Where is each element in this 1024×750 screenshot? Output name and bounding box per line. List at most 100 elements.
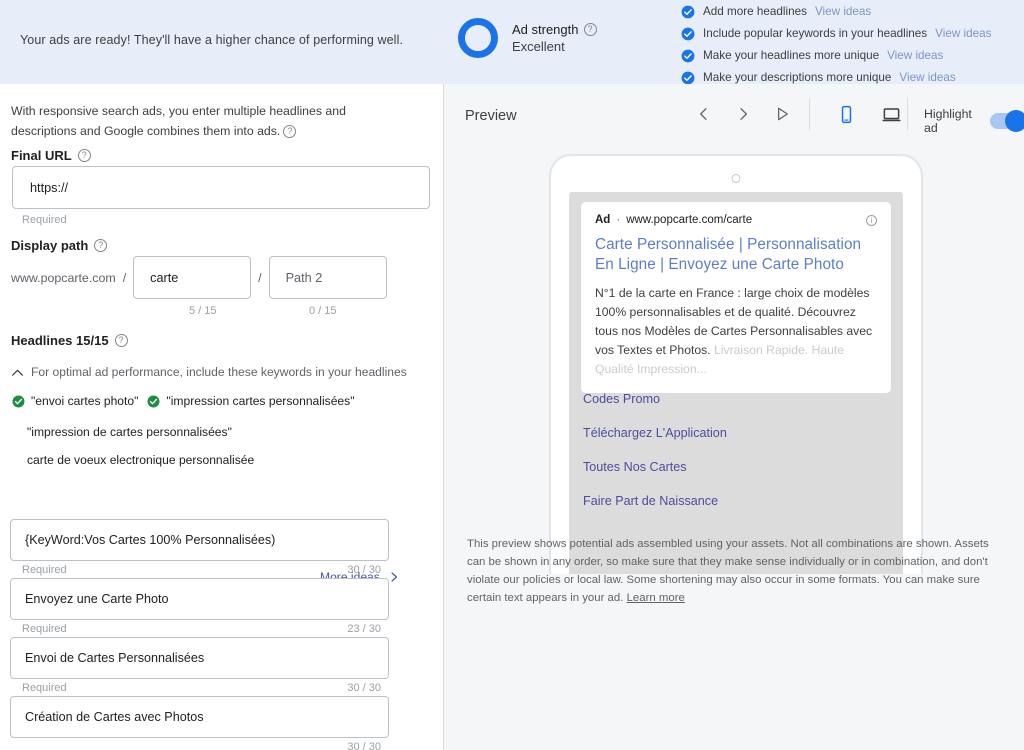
form-intro: With responsive search ads, you enter mu… (11, 102, 411, 142)
headline-input[interactable]: Envoyez une Carte Photo (10, 578, 389, 620)
phone-camera-icon (731, 174, 741, 183)
checklist-item-text: Make your headlines more unique (703, 49, 880, 62)
display-path-2-input[interactable]: Path 2 (268, 256, 387, 299)
ad-strength-text: Ad strength ? Excellent (512, 22, 597, 54)
sitelink-item[interactable]: Faire Part de Naissance (581, 484, 891, 518)
help-icon[interactable]: ? (114, 334, 128, 347)
keyword-chip-text: "impression cartes personnalisées" (166, 394, 355, 408)
headline-meta: 30 / 30 (10, 738, 389, 750)
final-url-label: Final URL (11, 148, 72, 163)
headline-required-note: Required (22, 681, 67, 694)
checklist-item: Add more headlines View ideas (681, 2, 991, 21)
headline-meta: Required 30 / 30 (10, 561, 389, 578)
phone-screen: Ad · www.popcarte.com/carte i Carte Pers… (569, 192, 903, 574)
highlight-ad-label: Highlight ad (924, 107, 972, 135)
mobile-device-icon[interactable] (837, 105, 856, 124)
headline-input[interactable]: Envoi de Cartes Personnalisées (10, 637, 389, 679)
checklist-item-text: Make your descriptions more unique (703, 71, 892, 84)
preview-panel: Preview Highlight ad Ad · www.popcarte.c… (444, 84, 1024, 750)
check-circle-icon (681, 5, 695, 18)
ad-editor-page: Your ads are ready! They'll have a highe… (0, 0, 1024, 750)
ad-strength-label-row: Ad strength ? (512, 22, 597, 37)
learn-more-link[interactable]: Learn more (627, 592, 685, 604)
display-path-row: www.popcarte.com / carte / Path 2 (11, 256, 387, 299)
final-url-required-note: Required (22, 214, 67, 226)
preview-separator (809, 98, 810, 130)
ad-headline[interactable]: Carte Personnalisée | Personnalisation E… (595, 235, 877, 276)
display-path-label: Display path (11, 238, 89, 253)
headline-counter: 30 / 30 (347, 563, 381, 576)
ad-strength-label: Ad strength (512, 22, 579, 37)
display-path-1-counter: 5 / 15 (189, 305, 217, 317)
headline-counter: 30 / 30 (347, 681, 381, 694)
help-icon[interactable]: ? (94, 239, 108, 252)
sitelink-item[interactable]: Codes Promo (581, 382, 891, 416)
ad-url-row: Ad · www.popcarte.com/carte i (595, 214, 877, 226)
headline-meta: Required 30 / 30 (10, 679, 389, 696)
device-toggle-group (837, 105, 901, 124)
ad-description: N°1 de la carte en France : large choix … (595, 284, 877, 379)
keyword-hint-row[interactable]: For optimal ad performance, include thes… (11, 365, 407, 379)
desktop-device-icon[interactable] (882, 105, 901, 124)
help-icon[interactable]: ? (283, 125, 297, 139)
chevron-left-icon[interactable] (696, 106, 712, 122)
view-ideas-link[interactable]: View ideas (815, 5, 871, 18)
final-url-label-row: Final URL ? (11, 148, 91, 163)
chevron-right-icon[interactable] (735, 106, 751, 122)
checklist-item-text: Add more headlines (703, 5, 807, 18)
display-path-domain: www.popcarte.com (11, 270, 116, 285)
ad-strength-banner: Your ads are ready! They'll have a highe… (0, 0, 1024, 84)
ad-separator-dot: · (616, 214, 621, 226)
display-path-1-input[interactable]: carte (133, 256, 252, 299)
help-icon[interactable]: ? (583, 23, 597, 36)
final-url-input[interactable]: https:// (12, 166, 430, 209)
sitelink-item[interactable]: Téléchargez L'Application (581, 416, 891, 450)
preview-title: Preview (465, 108, 517, 124)
preview-disclaimer-text: This preview shows potential ads assembl… (467, 538, 989, 604)
display-path-2-counter: 0 / 15 (309, 305, 337, 317)
ad-strength-block: Ad strength ? Excellent (458, 18, 597, 58)
headline-input[interactable]: {KeyWord:Vos Cartes 100% Personnalisées) (10, 519, 389, 561)
keyword-chip-row: "envoi cartes photo" "impression cartes … (12, 394, 354, 408)
check-circle-green-icon (12, 395, 25, 407)
preview-nav-controls (696, 106, 790, 122)
preview-header: Preview Highlight ad (444, 84, 1024, 144)
display-path-separator: / (122, 270, 127, 285)
check-circle-icon (681, 71, 695, 84)
keyword-suggestion[interactable]: carte de voeux electronique personnalisé… (27, 453, 254, 467)
sitelink-item[interactable]: Toutes Nos Cartes (581, 450, 891, 484)
play-icon[interactable] (774, 106, 790, 122)
switch-knob (1004, 110, 1024, 132)
check-circle-icon (681, 49, 695, 62)
ad-form-panel: With responsive search ads, you enter mu… (0, 84, 443, 750)
phone-mockup: Ad · www.popcarte.com/carte i Carte Pers… (549, 154, 923, 574)
highlight-ad-switch[interactable] (989, 110, 1024, 132)
keyword-chip[interactable]: "impression cartes personnalisées" (147, 394, 354, 408)
ad-sitelinks: Codes Promo Téléchargez L'Application To… (581, 382, 891, 518)
preview-disclaimer: This preview shows potential ads assembl… (467, 536, 1010, 608)
keyword-suggestion[interactable]: "impression de cartes personnalisées" (27, 425, 232, 439)
ad-strength-ring-icon (458, 18, 498, 58)
headline-counter: 30 / 30 (347, 740, 381, 750)
help-icon[interactable]: ? (77, 149, 91, 162)
display-path-separator: / (258, 270, 262, 285)
headline-required-note: Required (22, 563, 67, 576)
headline-fields-list: {KeyWord:Vos Cartes 100% Personnalisées)… (10, 519, 410, 750)
ad-strength-checklist: Add more headlines View ideas Include po… (681, 2, 991, 87)
keyword-hint-text: For optimal ad performance, include thes… (31, 365, 407, 379)
view-ideas-link[interactable]: View ideas (887, 49, 943, 62)
ad-strength-value: Excellent (512, 39, 565, 54)
view-ideas-link[interactable]: View ideas (935, 27, 991, 40)
headlines-label-row: Headlines 15/15 ? (11, 333, 128, 348)
keyword-chip[interactable]: "envoi cartes photo" (12, 394, 138, 408)
checklist-item: Include popular keywords in your headlin… (681, 24, 991, 43)
headline-meta: Required 23 / 30 (10, 620, 389, 637)
keyword-chip-text: "envoi cartes photo" (31, 394, 139, 408)
banner-message: Your ads are ready! They'll have a highe… (20, 33, 404, 47)
view-ideas-link[interactable]: View ideas (899, 71, 955, 84)
headline-required-note: Required (22, 622, 67, 635)
info-icon[interactable]: i (866, 215, 877, 226)
headline-input[interactable]: Création de Cartes avec Photos (10, 696, 389, 738)
ad-badge: Ad (595, 214, 611, 226)
chevron-up-icon (12, 369, 23, 376)
